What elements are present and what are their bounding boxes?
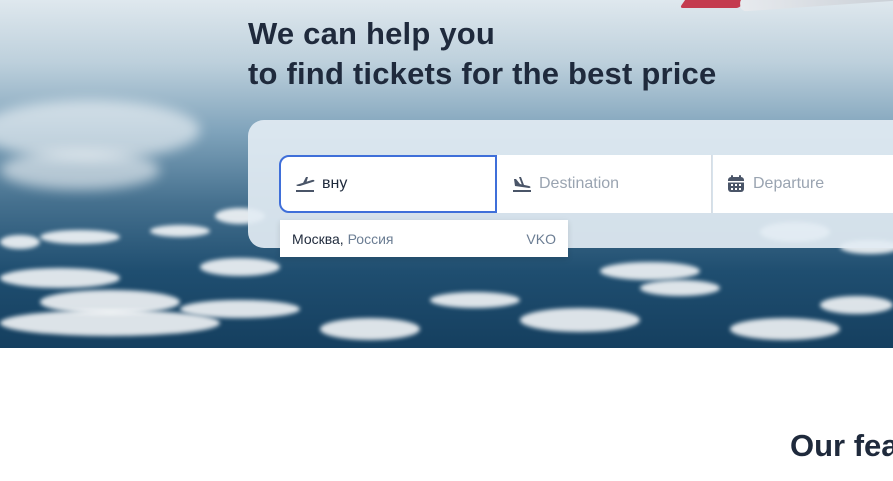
hero-headline: We can help you to find tickets for the … (248, 14, 716, 94)
headline-line-1: We can help you (248, 16, 496, 51)
plane-landing-icon (511, 173, 533, 195)
departure-field[interactable] (713, 155, 893, 213)
suggestion-city: Москва (292, 230, 340, 247)
suggestion-separator: , (339, 230, 344, 247)
destination-input[interactable] (539, 175, 689, 193)
origin-field[interactable] (279, 155, 497, 213)
suggestion-country: Россия (347, 230, 394, 247)
suggestion-location: Москва, Россия (292, 231, 394, 247)
headline-line-2: to find tickets for the best price (248, 56, 717, 91)
suggestion-airport-code: VKO (526, 230, 556, 247)
origin-input[interactable] (322, 175, 472, 193)
calendar-icon (725, 173, 747, 195)
departure-input[interactable] (753, 175, 893, 193)
origin-suggestion-item[interactable]: Москва, Россия VKO (280, 220, 568, 257)
features-section-title: Our fea (790, 428, 893, 463)
plane-takeoff-icon (294, 173, 316, 195)
destination-field[interactable] (497, 155, 712, 213)
